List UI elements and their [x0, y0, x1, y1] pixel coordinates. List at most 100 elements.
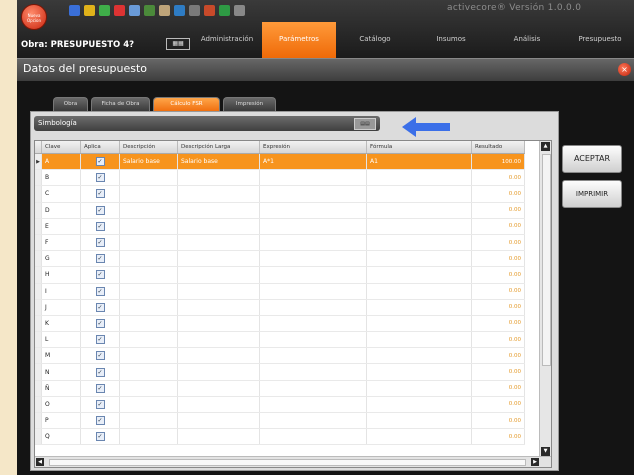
cell-clave[interactable]: A	[41, 153, 81, 171]
cell-formula[interactable]	[366, 185, 472, 203]
table-row[interactable]: ▶ A ✓ Salario base Salario base A*1 A1 100.00	[35, 153, 525, 171]
cell-aplica[interactable]: ✓	[80, 169, 120, 187]
cell-resultado[interactable]: 0.00	[471, 283, 525, 300]
cell-aplica[interactable]: ✓	[80, 185, 120, 203]
cell-formula[interactable]	[366, 412, 472, 430]
cell-formula[interactable]	[366, 283, 472, 300]
cell-descripcion-larga[interactable]	[177, 299, 260, 316]
aplica-checkbox[interactable]: ✓	[95, 221, 105, 231]
cell-formula[interactable]	[366, 347, 472, 365]
calendar-icon[interactable]	[174, 5, 185, 16]
cell-clave[interactable]: H	[41, 266, 81, 284]
chart-icon[interactable]	[204, 5, 215, 16]
cell-formula[interactable]	[366, 363, 472, 381]
col-descripcion-larga[interactable]: Descripción Larga	[177, 141, 260, 154]
cell-expresion[interactable]	[259, 396, 367, 414]
cell-expresion[interactable]	[259, 250, 367, 268]
cell-clave[interactable]: C	[41, 185, 81, 203]
aplica-checkbox[interactable]: ✓	[95, 189, 105, 199]
cell-expresion[interactable]	[259, 283, 367, 300]
cell-clave[interactable]: E	[41, 218, 81, 235]
cell-expresion[interactable]	[259, 380, 367, 397]
cell-resultado[interactable]: 0.00	[471, 347, 525, 365]
cell-descripcion[interactable]	[119, 315, 178, 333]
cell-formula[interactable]	[366, 380, 472, 397]
table-row[interactable]: N ✓ 0.00	[35, 363, 525, 381]
menu-administracion[interactable]: Administración	[192, 22, 262, 58]
cell-resultado[interactable]: 0.00	[471, 315, 525, 333]
cell-formula[interactable]	[366, 218, 472, 235]
cell-descripcion-larga[interactable]	[177, 331, 260, 349]
table-row[interactable]: Q ✓ 0.00	[35, 428, 525, 446]
cell-descripcion-larga[interactable]	[177, 169, 260, 187]
aplica-checkbox[interactable]: ✓	[95, 383, 105, 393]
cell-resultado[interactable]: 0.00	[471, 218, 525, 235]
cell-descripcion[interactable]	[119, 234, 178, 252]
cell-formula[interactable]	[366, 428, 472, 446]
close-icon[interactable]: ×	[618, 63, 631, 76]
h-scroll-thumb[interactable]	[49, 459, 526, 466]
cell-descripcion[interactable]	[119, 363, 178, 381]
cell-descripcion[interactable]	[119, 202, 178, 219]
table-row[interactable]: C ✓ 0.00	[35, 185, 525, 203]
refresh-icon[interactable]	[99, 5, 110, 16]
cell-expresion[interactable]	[259, 266, 367, 284]
cell-clave[interactable]: J	[41, 299, 81, 316]
help-icon[interactable]	[234, 5, 245, 16]
scroll-left-icon[interactable]: ◀	[36, 458, 44, 466]
accept-button[interactable]: ACEPTAR	[562, 145, 622, 173]
aplica-checkbox[interactable]: ✓	[95, 399, 105, 409]
aplica-checkbox[interactable]: ✓	[95, 173, 105, 183]
check-icon[interactable]	[219, 5, 230, 16]
cell-aplica[interactable]: ✓	[80, 412, 120, 430]
scroll-thumb[interactable]	[542, 154, 551, 366]
cell-formula[interactable]	[366, 250, 472, 268]
menu-parametros[interactable]: Parámetros	[262, 22, 336, 58]
cell-formula[interactable]	[366, 299, 472, 316]
tree-icon[interactable]	[144, 5, 155, 16]
table-row[interactable]: P ✓ 0.00	[35, 412, 525, 430]
cell-resultado[interactable]: 0.00	[471, 428, 525, 446]
table-row[interactable]: B ✓ 0.00	[35, 169, 525, 187]
collapse-icon[interactable]: ▤▤	[354, 118, 376, 130]
aplica-checkbox[interactable]: ✓	[95, 205, 105, 215]
cell-clave[interactable]: F	[41, 234, 81, 252]
cell-expresion[interactable]	[259, 218, 367, 235]
cell-aplica[interactable]: ✓	[80, 218, 120, 235]
cell-descripcion[interactable]	[119, 185, 178, 203]
cell-descripcion[interactable]: Salario base	[119, 153, 178, 171]
vertical-scrollbar[interactable]: ▲ ▼	[539, 141, 551, 457]
cell-expresion[interactable]	[259, 412, 367, 430]
aplica-checkbox[interactable]: ✓	[95, 270, 105, 280]
table-row[interactable]: I ✓ 0.00	[35, 283, 525, 300]
cell-expresion[interactable]: A*1	[259, 153, 367, 171]
cell-expresion[interactable]	[259, 202, 367, 219]
table-row[interactable]: K ✓ 0.00	[35, 315, 525, 333]
cell-expresion[interactable]	[259, 331, 367, 349]
cell-resultado[interactable]: 0.00	[471, 331, 525, 349]
cell-formula[interactable]	[366, 202, 472, 219]
cell-descripcion[interactable]	[119, 331, 178, 349]
cell-descripcion[interactable]	[119, 428, 178, 446]
cell-expresion[interactable]	[259, 299, 367, 316]
cell-clave[interactable]: P	[41, 412, 81, 430]
cell-clave[interactable]: B	[41, 169, 81, 187]
cell-descripcion-larga[interactable]: Salario base	[177, 153, 260, 171]
table-row[interactable]: E ✓ 0.00	[35, 218, 525, 235]
cell-clave[interactable]: K	[41, 315, 81, 333]
cell-aplica[interactable]: ✓	[80, 283, 120, 300]
table-row[interactable]: F ✓ 0.00	[35, 234, 525, 252]
table-row[interactable]: O ✓ 0.00	[35, 396, 525, 414]
aplica-checkbox[interactable]: ✓	[95, 286, 105, 296]
cell-formula[interactable]	[366, 396, 472, 414]
col-expresion[interactable]: Expresión	[259, 141, 367, 154]
cell-clave[interactable]: L	[41, 331, 81, 349]
cell-descripcion[interactable]	[119, 218, 178, 235]
cell-formula[interactable]: A1	[366, 153, 472, 171]
tab-impresion[interactable]: Impresión	[223, 97, 276, 111]
cell-clave[interactable]: G	[41, 250, 81, 268]
cell-descripcion[interactable]	[119, 299, 178, 316]
cell-descripcion-larga[interactable]	[177, 185, 260, 203]
table-row[interactable]: H ✓ 0.00	[35, 266, 525, 284]
cell-descripcion-larga[interactable]	[177, 380, 260, 397]
